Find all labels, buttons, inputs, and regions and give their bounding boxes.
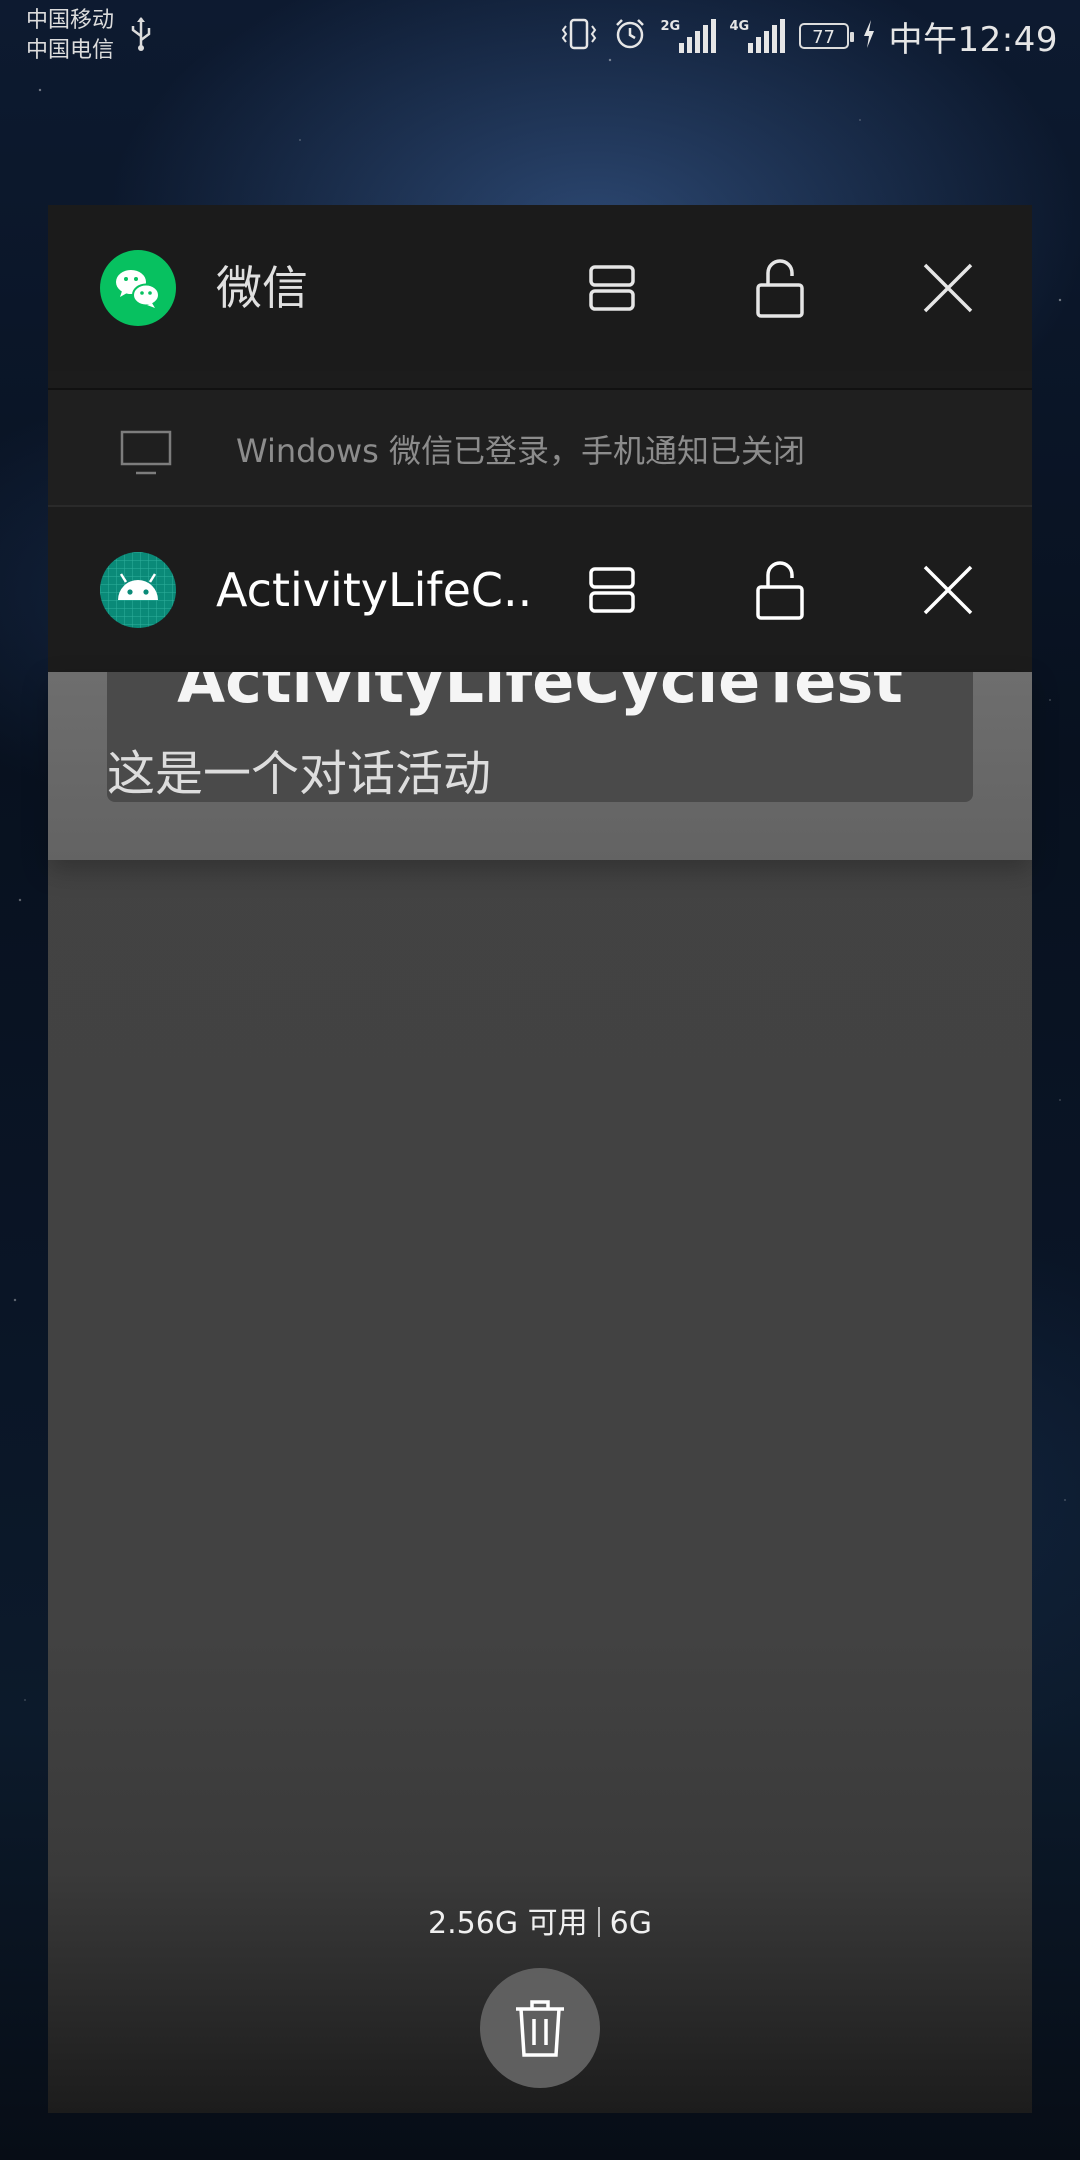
unlock-icon	[756, 259, 804, 318]
signal-1-tag: 2G	[660, 19, 681, 34]
notice-text: Windows 微信已登录，手机通知已关闭	[236, 432, 806, 470]
close-icon	[923, 263, 973, 313]
lock-app-button[interactable]	[740, 550, 820, 630]
split-screen-icon	[589, 265, 635, 311]
app-title: 微信	[216, 261, 308, 315]
wechat-preview-notice: Windows 微信已登录，手机通知已关闭	[48, 388, 1032, 510]
monitor-icon	[120, 430, 172, 480]
app-title: ActivityLifeC..	[216, 563, 533, 617]
android-icon	[100, 552, 176, 628]
carrier-1: 中国移动	[26, 8, 115, 33]
dialog-preview: ActivityLifeCycleTest 这是一个对话活动	[107, 672, 973, 802]
alarm-icon	[613, 17, 647, 55]
charging-icon	[863, 20, 875, 52]
close-icon	[923, 565, 973, 615]
memory-available: 2.56G 可用	[428, 1906, 588, 1941]
recent-card-header: 微信	[48, 205, 1032, 371]
split-screen-button[interactable]	[572, 550, 652, 630]
memory-separator	[597, 1907, 600, 1937]
close-app-button[interactable]	[908, 248, 988, 328]
signal-2g-icon: 2G	[661, 19, 716, 53]
unlock-icon	[756, 561, 804, 620]
dialog-text: 这是一个对话活动	[107, 746, 492, 802]
close-app-button[interactable]	[908, 550, 988, 630]
usb-icon	[130, 16, 152, 56]
memory-total: 6G	[609, 1906, 652, 1941]
recent-card-activity[interactable]: ActivityLifeC.. ActivityLifeCycleTest 这是…	[48, 505, 1032, 2113]
signal-4g-icon: 4G	[730, 19, 785, 53]
status-bar: 中国移动 中国电信 2G 4G 77 中午12:49	[0, 0, 1080, 72]
signal-2-tag: 4G	[729, 19, 750, 34]
split-screen-button[interactable]	[572, 248, 652, 328]
lock-app-button[interactable]	[740, 248, 820, 328]
recent-card-wechat[interactable]: 微信 Windows 微信已登录，手机通知已关闭	[48, 205, 1032, 510]
clock: 中午12:49	[888, 19, 1058, 60]
split-screen-icon	[589, 567, 635, 613]
carrier-2: 中国电信	[26, 38, 115, 63]
battery-icon: 77	[798, 23, 854, 49]
wechat-icon	[100, 250, 176, 326]
clear-all-button[interactable]	[480, 1968, 600, 2088]
vibrate-icon	[559, 17, 599, 55]
dialog-title: ActivityLifeCycleTest	[177, 672, 903, 717]
carrier-info: 中国移动 中国电信	[26, 6, 114, 66]
trash-icon	[516, 2000, 564, 2057]
app-preview[interactable]: ActivityLifeCycleTest 这是一个对话活动	[48, 672, 1032, 860]
recent-card-header: ActivityLifeC..	[48, 505, 1032, 674]
memory-info: 2.56G 可用 6G	[0, 1898, 1080, 1942]
